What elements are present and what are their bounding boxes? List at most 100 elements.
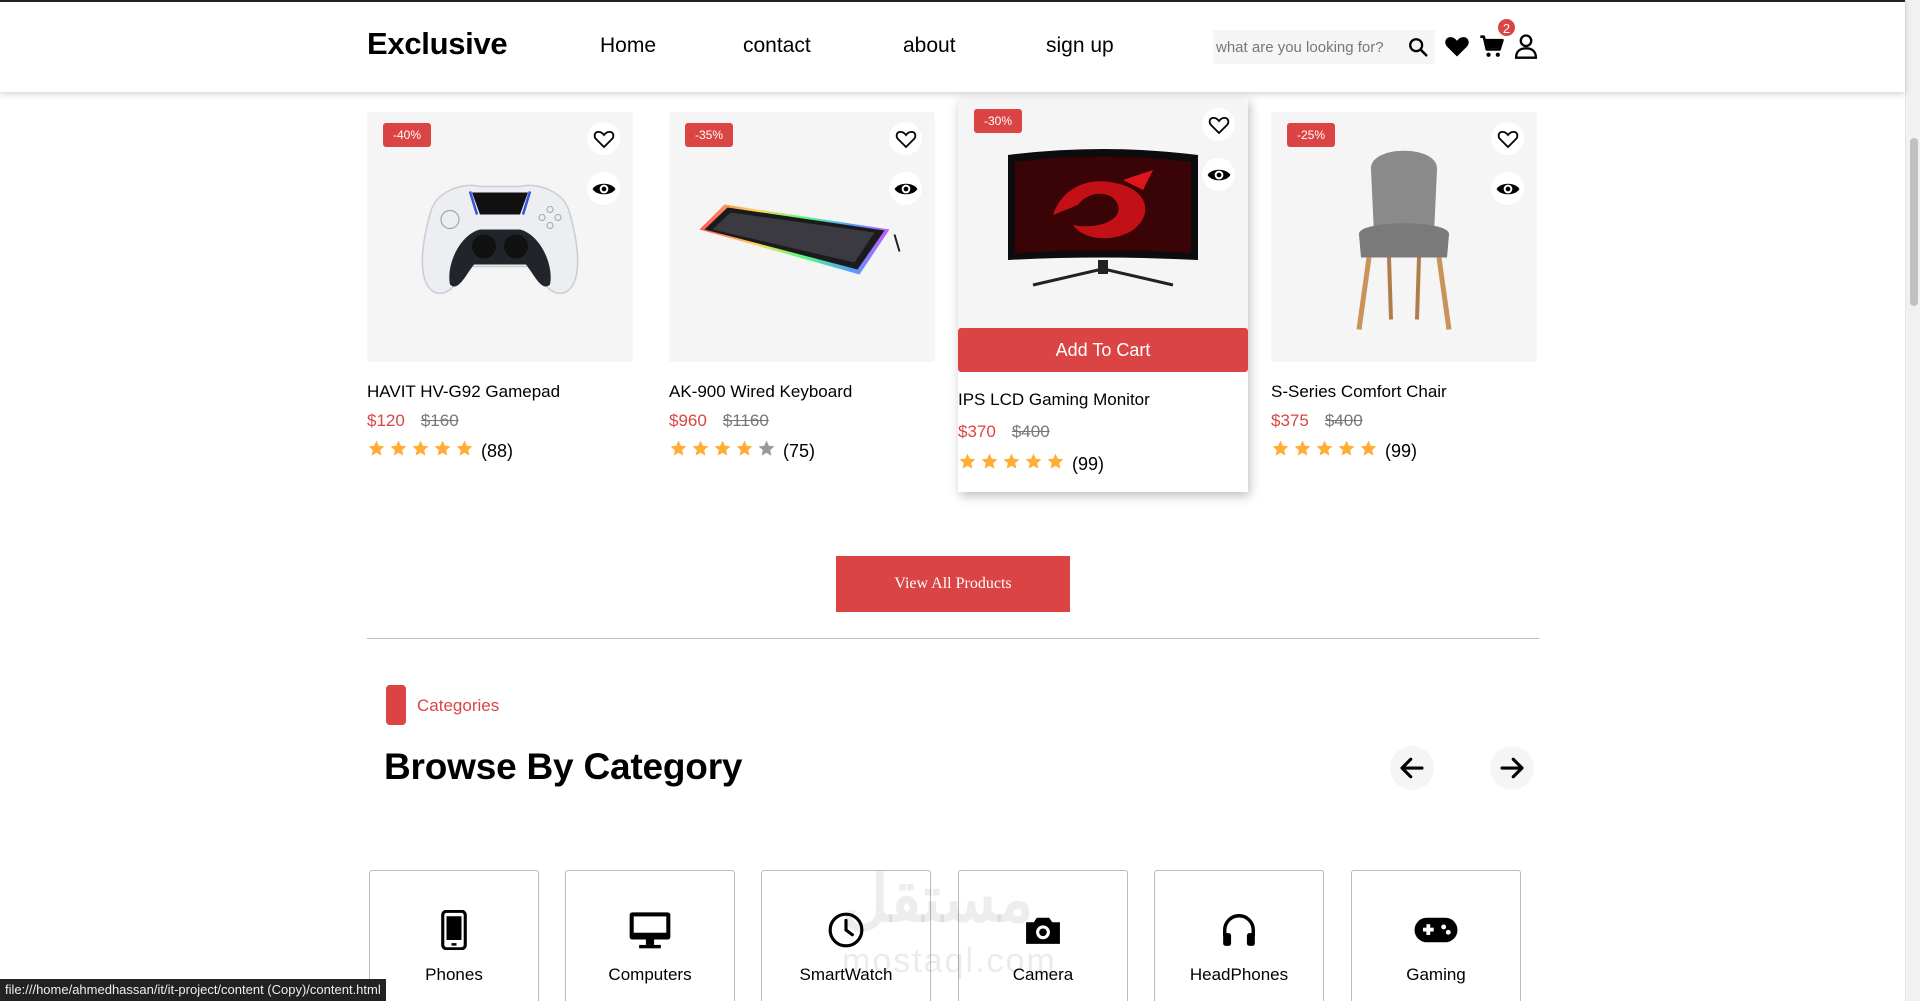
category-name: Phones bbox=[425, 965, 483, 984]
price-row: $120 $160 bbox=[367, 411, 633, 431]
category-card-headphones[interactable]: HeadPhones bbox=[1154, 870, 1324, 1001]
section-divider bbox=[367, 638, 1539, 639]
rating-stars bbox=[1271, 439, 1381, 463]
old-price: $1160 bbox=[722, 411, 769, 430]
star-icon bbox=[1272, 440, 1289, 456]
quick-view-button[interactable] bbox=[1491, 172, 1524, 205]
heart-outline-icon bbox=[1497, 130, 1518, 148]
prev-arrow-button[interactable] bbox=[1390, 746, 1434, 790]
category-card-computers[interactable]: Computers bbox=[565, 870, 735, 1001]
star-icon bbox=[736, 440, 753, 456]
star-icon bbox=[1316, 440, 1333, 456]
price-row: $375 $400 bbox=[1271, 411, 1537, 431]
star-icon bbox=[758, 440, 775, 456]
nav-about[interactable]: about bbox=[903, 34, 956, 58]
headphones-icon bbox=[1223, 914, 1255, 946]
old-price: $160 bbox=[420, 411, 459, 430]
review-count: (99) bbox=[1385, 440, 1418, 461]
star-icon bbox=[1047, 453, 1064, 469]
quick-view-button[interactable] bbox=[1202, 158, 1235, 191]
price-row: $370 $400 bbox=[958, 422, 1248, 442]
price: $960 bbox=[669, 411, 707, 430]
wishlist-button[interactable] bbox=[1491, 122, 1524, 155]
product-image-area: -25% bbox=[1271, 112, 1537, 362]
price: $370 bbox=[958, 422, 996, 441]
nav-contact[interactable]: contact bbox=[743, 34, 811, 58]
section-tag-label: Categories bbox=[417, 696, 500, 715]
gamepad-image bbox=[421, 184, 579, 295]
wishlist-button[interactable] bbox=[587, 122, 620, 155]
eye-icon bbox=[592, 183, 615, 194]
category-card-gaming[interactable]: Gaming bbox=[1351, 870, 1521, 1001]
rating: (88) bbox=[367, 439, 633, 463]
heart-outline-icon bbox=[593, 130, 614, 148]
price: $375 bbox=[1271, 411, 1309, 430]
old-price: $400 bbox=[1011, 422, 1050, 441]
rating: (99) bbox=[1271, 439, 1537, 463]
category-name: Gaming bbox=[1406, 965, 1466, 984]
old-price: $400 bbox=[1324, 411, 1363, 430]
star-icon bbox=[1025, 453, 1042, 469]
search-box bbox=[1213, 30, 1435, 64]
star-icon bbox=[434, 440, 451, 456]
eye-icon bbox=[1496, 183, 1519, 194]
review-count: (88) bbox=[481, 440, 514, 461]
star-icon bbox=[1360, 440, 1377, 456]
product-name[interactable]: AK-900 Wired Keyboard bbox=[669, 382, 935, 402]
view-all-products-button[interactable]: View All Products bbox=[836, 556, 1070, 612]
star-icon bbox=[714, 440, 731, 456]
category-name: HeadPhones bbox=[1189, 965, 1289, 984]
scrollbar-thumb[interactable] bbox=[1910, 138, 1918, 306]
arrow-right-icon bbox=[1500, 757, 1524, 779]
user-account-icon[interactable] bbox=[1512, 32, 1540, 60]
review-count: (75) bbox=[783, 440, 816, 461]
eye-icon bbox=[1207, 169, 1230, 180]
product-card-gamepad[interactable]: -40% HAVIT HV-G92 Gamepad $120 $160 (88) bbox=[367, 112, 633, 463]
section-title: Browse By Category bbox=[384, 746, 743, 787]
arrow-left-icon bbox=[1400, 757, 1424, 779]
product-name[interactable]: IPS LCD Gaming Monitor bbox=[958, 390, 1248, 410]
price-row: $960 $1160 bbox=[669, 411, 935, 431]
rating-stars bbox=[669, 439, 779, 463]
product-card-monitor[interactable]: -30% Add To Cart IPS LCD Gaming Monitor … bbox=[958, 98, 1248, 492]
discount-badge: -35% bbox=[685, 123, 734, 147]
category-name: Computers bbox=[608, 965, 692, 984]
wishlist-button[interactable] bbox=[1202, 108, 1235, 141]
keyboard-image bbox=[699, 204, 901, 275]
logo[interactable]: Exclusive bbox=[367, 26, 508, 62]
chair-image bbox=[1356, 150, 1452, 330]
product-image-area: -40% bbox=[367, 112, 633, 362]
next-arrow-button[interactable] bbox=[1490, 746, 1534, 790]
wishlist-heart-icon[interactable] bbox=[1443, 32, 1471, 60]
discount-badge: -40% bbox=[383, 123, 432, 147]
star-icon bbox=[456, 440, 473, 456]
watermark-latin: mostaql.com bbox=[842, 942, 1057, 980]
heart-outline-icon bbox=[895, 130, 916, 148]
product-name[interactable]: S-Series Comfort Chair bbox=[1271, 382, 1537, 402]
product-card-keyboard[interactable]: -35% AK-900 Wired Keyboard $960 $1160 (75… bbox=[669, 112, 935, 463]
star-icon bbox=[1003, 453, 1020, 469]
phone-icon bbox=[441, 910, 467, 950]
nav-home[interactable]: Home bbox=[600, 34, 656, 58]
page: Exclusive Home contact about sign up 2 -… bbox=[0, 0, 1920, 1001]
section-tag-marker bbox=[386, 685, 406, 725]
price: $120 bbox=[367, 411, 405, 430]
site-header: Exclusive Home contact about sign up 2 bbox=[0, 0, 1905, 92]
add-to-cart-button[interactable]: Add To Cart bbox=[958, 328, 1248, 372]
search-input[interactable] bbox=[1213, 38, 1403, 56]
product-card-chair[interactable]: -25% S-Series Comfort Chair $375 $400 (99… bbox=[1271, 112, 1537, 463]
wishlist-button[interactable] bbox=[889, 122, 922, 155]
nav-sign-up[interactable]: sign up bbox=[1046, 34, 1114, 58]
quick-view-button[interactable] bbox=[587, 172, 620, 205]
monitor-image bbox=[1008, 148, 1198, 287]
star-icon bbox=[670, 440, 687, 456]
review-count: (99) bbox=[1072, 453, 1105, 474]
rating-stars bbox=[958, 452, 1068, 476]
search-icon[interactable] bbox=[1407, 36, 1429, 58]
product-name[interactable]: HAVIT HV-G92 Gamepad bbox=[367, 382, 633, 402]
star-icon bbox=[981, 453, 998, 469]
vertical-scrollbar[interactable] bbox=[1905, 0, 1920, 1001]
star-icon bbox=[692, 440, 709, 456]
category-card-phones[interactable]: Phones bbox=[369, 870, 539, 1001]
rating-stars bbox=[367, 439, 477, 463]
